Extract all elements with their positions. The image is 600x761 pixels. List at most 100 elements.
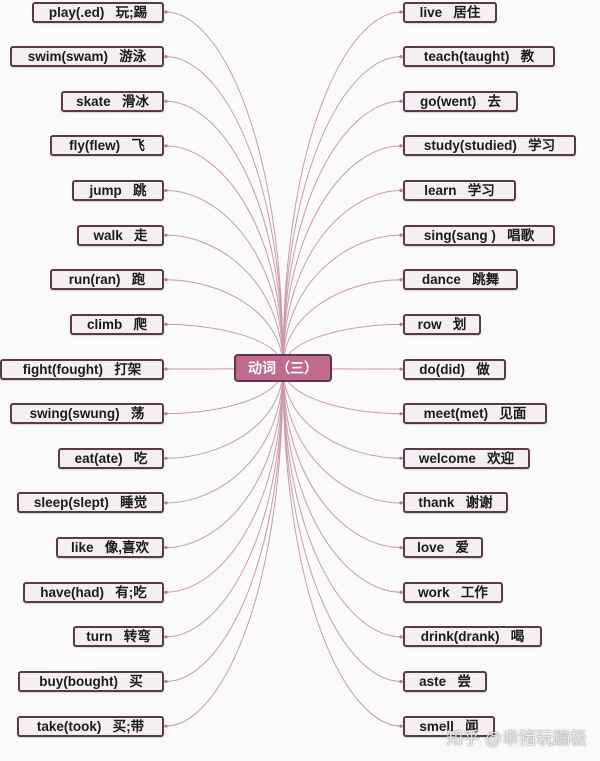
connector-right-16 xyxy=(282,367,402,727)
node-chinese-meaning: 滑冰 xyxy=(121,93,149,109)
connector-left-12-endpoint xyxy=(164,545,168,550)
right-node-welcome[interactable]: welcome 欢迎 xyxy=(403,447,530,469)
node-english-word: walk xyxy=(93,227,123,243)
connector-left-7-endpoint xyxy=(164,322,168,327)
left-node-jump[interactable]: jump 跳 xyxy=(72,180,164,202)
node-chinese-meaning: 跳 xyxy=(133,183,147,199)
left-node-buybought[interactable]: buy(bought) 买 xyxy=(18,670,164,692)
right-node-aste[interactable]: aste 尝 xyxy=(403,670,487,692)
node-english-word: buy(bought) xyxy=(39,673,118,689)
connector-left-16 xyxy=(165,367,284,727)
node-english-word: like xyxy=(70,540,94,556)
node-chinese-meaning: 闻 xyxy=(465,718,479,734)
connector-left-15-endpoint xyxy=(164,679,168,684)
left-node-runran[interactable]: run(ran) 跑 xyxy=(50,269,164,291)
node-chinese-meaning: 爬 xyxy=(133,316,148,332)
right-node-drinkdrank[interactable]: drink(drank) 喝 xyxy=(403,626,542,648)
connector-left-5 xyxy=(165,234,284,369)
central-topic-node[interactable]: 动词（三） xyxy=(234,354,332,382)
left-node-sleepslept[interactable]: sleep(slept) 睡觉 xyxy=(17,492,164,514)
connector-left-0 xyxy=(165,11,284,369)
connector-left-3-endpoint xyxy=(164,144,168,148)
node-chinese-meaning: 见面 xyxy=(499,406,527,422)
right-node-studystudied[interactable]: study(studied) 学习 xyxy=(403,135,576,157)
connector-left-2 xyxy=(165,100,284,369)
node-english-word: row xyxy=(417,316,442,332)
node-chinese-meaning: 像,喜欢 xyxy=(104,540,150,556)
right-node-dodid[interactable]: do(did) 做 xyxy=(403,358,506,380)
left-node-havehad[interactable]: have(had) 有;吃 xyxy=(23,581,164,603)
node-chinese-meaning: 睡觉 xyxy=(120,495,148,511)
right-node-live[interactable]: live 居住 xyxy=(403,1,497,23)
right-node-dance[interactable]: dance 跳舞 xyxy=(403,269,518,291)
left-node-fightfought[interactable]: fight(fought) 打架 xyxy=(0,358,164,380)
connector-left-0-endpoint xyxy=(164,10,168,14)
node-chinese-meaning: 飞 xyxy=(131,138,145,154)
connector-right-14 xyxy=(282,367,402,638)
node-chinese-meaning: 转弯 xyxy=(123,629,151,645)
connector-right-11 xyxy=(282,367,402,504)
right-node-learn[interactable]: learn 学习 xyxy=(403,180,516,202)
node-chinese-meaning: 买;带 xyxy=(112,718,145,734)
node-chinese-meaning: 学习 xyxy=(467,183,495,199)
node-chinese-meaning: 跑 xyxy=(131,272,146,288)
right-node-gowent[interactable]: go(went) 去 xyxy=(403,90,518,112)
node-chinese-meaning: 欢迎 xyxy=(487,450,515,466)
connector-left-10-endpoint xyxy=(164,456,168,460)
left-node-turn[interactable]: turn 转弯 xyxy=(73,626,164,648)
right-node-meetmet[interactable]: meet(met) 见面 xyxy=(403,403,547,425)
node-english-word: swing(swung) xyxy=(29,406,120,422)
right-node-teachtaught[interactable]: teach(taught) 教 xyxy=(403,46,555,68)
node-chinese-meaning: 吃 xyxy=(133,450,148,466)
connector-left-13-endpoint xyxy=(164,590,168,594)
left-node-swimswam[interactable]: swim(swam) 游泳 xyxy=(10,46,164,68)
node-english-word: eat(ate) xyxy=(74,450,123,466)
right-node-row[interactable]: row 划 xyxy=(403,313,481,335)
node-english-word: sing(sang ) xyxy=(423,227,496,243)
node-chinese-meaning: 打架 xyxy=(114,361,142,377)
connector-right-12 xyxy=(282,367,402,549)
node-chinese-meaning: 爱 xyxy=(455,540,469,556)
left-node-climb[interactable]: climb 爬 xyxy=(70,313,164,335)
left-node-played[interactable]: play(.ed) 玩;踢 xyxy=(32,1,164,23)
node-english-word: teach(taught) xyxy=(423,49,510,65)
node-chinese-meaning: 买 xyxy=(129,673,143,689)
left-node-skate[interactable]: skate 滑冰 xyxy=(61,90,164,112)
node-english-word: meet(met) xyxy=(423,406,489,422)
right-node-thank[interactable]: thank 谢谢 xyxy=(403,492,508,514)
right-node-smell[interactable]: smell 闻 xyxy=(403,715,495,737)
left-node-swingswung[interactable]: swing(swung) 荡 xyxy=(10,403,164,425)
connector-left-4 xyxy=(165,190,284,369)
left-node-flyflew[interactable]: fly(flew) 飞 xyxy=(50,135,164,157)
right-node-love[interactable]: love 爱 xyxy=(403,537,483,559)
left-node-walk[interactable]: walk 走 xyxy=(77,224,164,246)
connector-left-14-endpoint xyxy=(164,635,168,639)
left-node-like[interactable]: like 像,喜欢 xyxy=(56,537,164,559)
node-english-word: do(did) xyxy=(419,361,465,377)
left-node-eatate[interactable]: eat(ate) 吃 xyxy=(58,447,164,469)
node-chinese-meaning: 居住 xyxy=(453,4,481,20)
connector-left-9-endpoint xyxy=(164,412,168,416)
node-english-word: climb xyxy=(86,316,123,332)
right-node-singsang[interactable]: sing(sang ) 唱歌 xyxy=(403,224,555,246)
right-node-work[interactable]: work 工作 xyxy=(403,581,503,603)
left-node-taketook[interactable]: take(took) 买;带 xyxy=(17,715,164,737)
connector-left-1-endpoint xyxy=(164,55,168,59)
node-english-word: fly(flew) xyxy=(69,138,121,154)
